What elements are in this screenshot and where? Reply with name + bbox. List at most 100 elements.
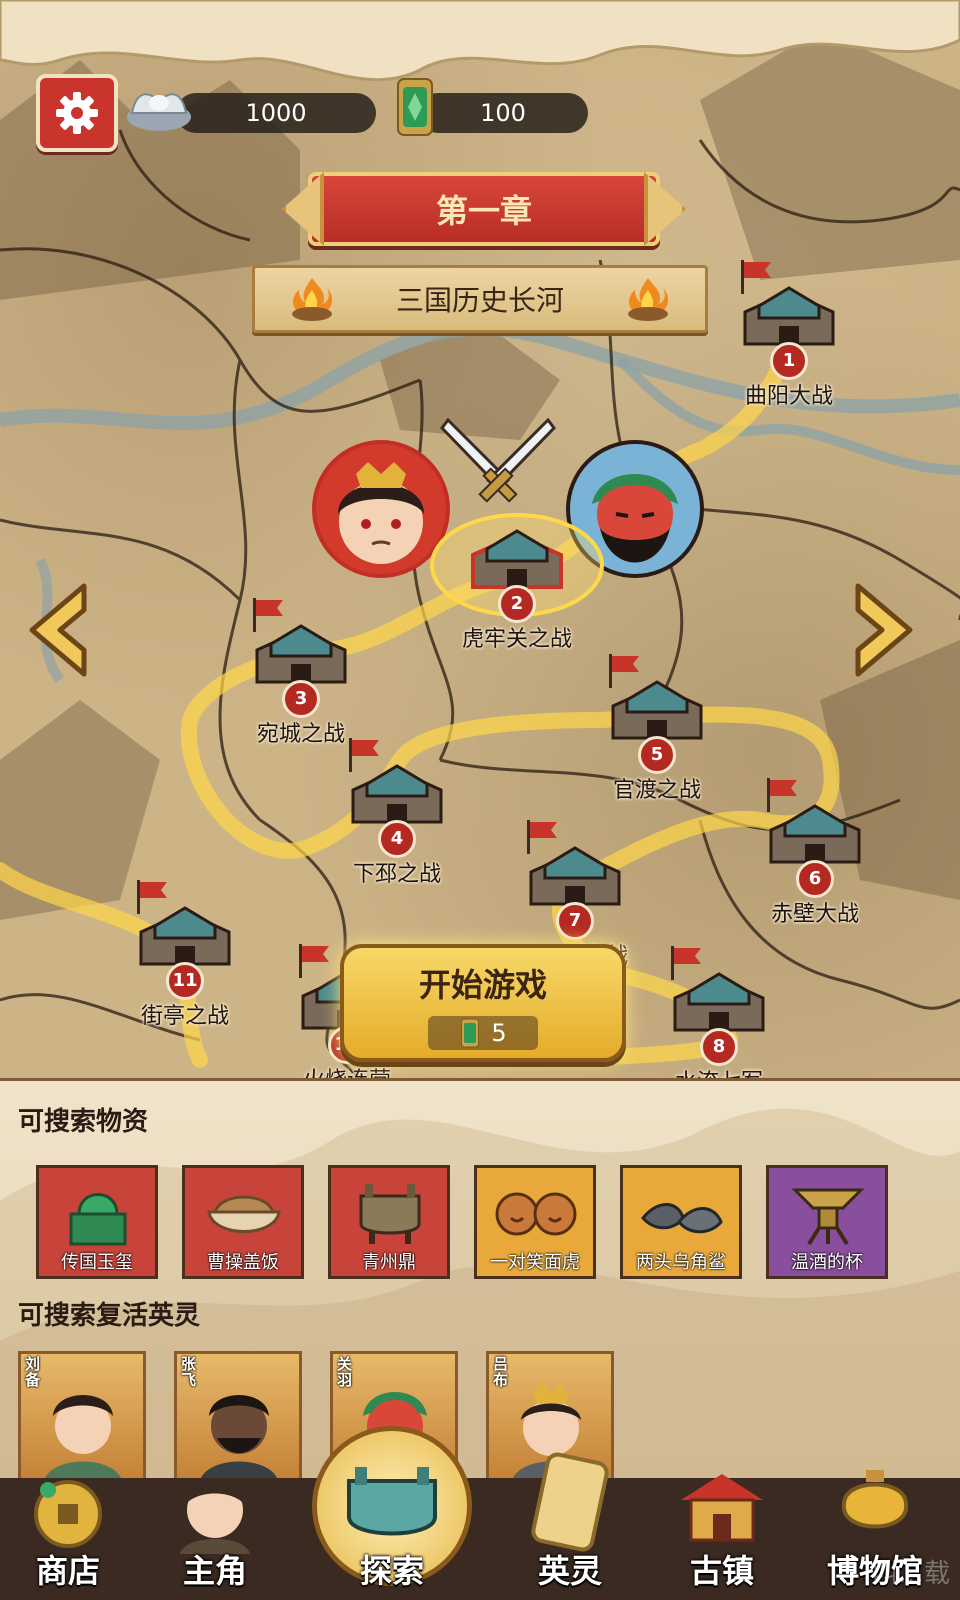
- nav-label: 主角: [182, 1552, 247, 1590]
- fortress-icon: 2: [467, 525, 567, 623]
- silver-counter: 1000: [127, 93, 376, 133]
- material-item[interactable]: 温酒的杯: [766, 1165, 888, 1279]
- start-game-button[interactable]: 开始游戏 5: [340, 944, 626, 1062]
- battle-node-8[interactable]: 8 水淹七军: [654, 946, 784, 1078]
- material-item[interactable]: 一对笑面虎: [474, 1165, 596, 1279]
- battle-node-1[interactable]: 1 曲阳大战: [724, 260, 854, 410]
- battle-number: 3: [282, 680, 320, 718]
- battle-node-5[interactable]: 5 官渡之战: [592, 654, 722, 804]
- jade-seal-icon: [69, 1193, 127, 1246]
- bottom-nav: 商店 主角 探索 英灵 古镇 博物馆 叫…载: [0, 1426, 960, 1600]
- start-cost-amount: 5: [491, 1019, 507, 1047]
- jade-counter: 100: [397, 78, 588, 136]
- chapter-subtitle: 三国历史长河: [395, 284, 564, 317]
- fortress-icon: 4: [347, 738, 447, 858]
- red-flag-icon: [527, 820, 557, 854]
- nav-label: 古镇: [689, 1552, 754, 1590]
- battle-node-2[interactable]: 2 虎牢关之战: [430, 513, 604, 653]
- materials-list: 传国玉玺 曹操盖饭 青州鼎 一对笑面虎 两头乌角鲨 温酒的杯: [36, 1165, 888, 1279]
- chapter-title-banner: 第一章: [308, 172, 660, 246]
- chapter-title: 第一章: [435, 192, 532, 230]
- protagonist-icon: [180, 1481, 250, 1554]
- material-name: 青州鼎: [362, 1252, 416, 1273]
- bronze-ding-icon: [359, 1184, 421, 1244]
- materials-section-title: 可搜索物资: [18, 1107, 149, 1137]
- material-item[interactable]: 青州鼎: [328, 1165, 450, 1279]
- battle-name: 街亭之战: [140, 1004, 229, 1029]
- battle-number: 4: [378, 820, 416, 858]
- shark-pair-icon: [641, 1203, 723, 1234]
- nav-shop[interactable]: 商店: [18, 1476, 118, 1592]
- spirit-token-icon: [531, 1452, 609, 1552]
- battle-node-11[interactable]: 11 街亭之战: [120, 880, 250, 1030]
- museum-pot-icon: [841, 1470, 909, 1529]
- wine-cup-icon: [791, 1188, 865, 1246]
- nav-protagonist[interactable]: 主角: [160, 1481, 270, 1592]
- material-name: 曹操盖饭: [207, 1252, 279, 1273]
- fortress-icon: 3: [251, 598, 351, 718]
- hero-card[interactable]: 刘备: [18, 1351, 146, 1483]
- material-item[interactable]: 传国玉玺: [36, 1165, 158, 1279]
- jade-token-icon: [397, 78, 433, 136]
- battle-number: 7: [556, 902, 594, 940]
- rice-bowl-icon: [207, 1195, 281, 1233]
- red-flag-icon: [609, 654, 639, 688]
- nav-town[interactable]: 古镇: [672, 1474, 772, 1592]
- prev-chapter-arrow-icon[interactable]: [24, 580, 94, 680]
- battle-number: 11: [166, 962, 204, 1000]
- fire-bowl-icon: [292, 278, 333, 321]
- material-name: 温酒的杯: [791, 1252, 863, 1273]
- heroes-list: 刘备 张飞 关羽 吕布: [18, 1351, 614, 1483]
- battle-number: 8: [700, 1028, 738, 1066]
- fire-bowl-icon: [628, 278, 669, 321]
- fortress-icon: 6: [765, 778, 865, 898]
- battle-node-4[interactable]: 4 下邳之战: [332, 738, 462, 888]
- nav-label: 英灵: [537, 1552, 602, 1590]
- hero-name: 关羽: [337, 1355, 353, 1389]
- red-flag-icon: [299, 944, 329, 978]
- crossed-swords-icon: [440, 417, 556, 503]
- red-flag-icon: [767, 778, 797, 812]
- nav-heroes[interactable]: 英灵: [520, 1452, 620, 1592]
- material-name: 传国玉玺: [61, 1252, 133, 1273]
- nav-label: 探索: [359, 1552, 424, 1590]
- top-bar: 1000 100: [36, 74, 588, 152]
- settings-button[interactable]: [36, 74, 118, 152]
- nav-label: 商店: [35, 1552, 100, 1590]
- town-icon: [681, 1474, 763, 1542]
- material-item[interactable]: 两头乌角鲨: [620, 1165, 742, 1279]
- hero-name: 张飞: [181, 1355, 197, 1389]
- next-chapter-arrow-icon[interactable]: [848, 580, 918, 680]
- jade-amount: 100: [480, 99, 526, 127]
- fortress-icon: 11: [135, 880, 235, 1000]
- battle-number: 2: [498, 585, 536, 623]
- battle-number: 6: [796, 860, 834, 898]
- material-name: 一对笑面虎: [490, 1252, 580, 1273]
- silver-amount: 1000: [245, 99, 307, 127]
- silver-ingot-icon: [127, 93, 191, 131]
- jade-token-icon: [461, 1018, 480, 1048]
- battle-name: 水淹七军: [654, 1064, 784, 1078]
- start-game-label: 开始游戏: [418, 966, 547, 1004]
- gear-icon: [56, 92, 98, 134]
- material-item[interactable]: 曹操盖饭: [182, 1165, 304, 1279]
- hero-name: 吕布: [493, 1355, 509, 1389]
- battle-node-6[interactable]: 6 赤壁大战: [750, 778, 880, 928]
- battle-name: 官渡之战: [612, 778, 701, 803]
- red-flag-icon: [349, 738, 379, 772]
- fortress-icon: 5: [607, 654, 707, 774]
- nav-explore[interactable]: 探索: [312, 1426, 472, 1600]
- search-info-panel: 可搜索物资 传国玉玺 曹操盖饭 青州鼎 一对笑面虎 两头乌角鲨 温酒的杯 可搜索…: [0, 1078, 960, 1483]
- heroes-section-title: 可搜索复活英灵: [18, 1301, 201, 1331]
- red-flag-icon: [137, 880, 167, 914]
- battle-node-3[interactable]: 3 宛城之战: [236, 598, 366, 748]
- chapter-map: 1000 100 第一章 三国历史长河 1 曲阳大战 2 虎牢关之战 3 宛城之…: [0, 0, 960, 1078]
- hero-name: 刘备: [25, 1355, 41, 1389]
- battle-name: 曲阳大战: [744, 384, 833, 409]
- coin-icon: [34, 1480, 102, 1548]
- battle-name: 下邳之战: [352, 862, 441, 887]
- battle-name: 虎牢关之战: [461, 627, 572, 652]
- red-flag-icon: [253, 598, 283, 632]
- cauldron-icon: [347, 1467, 437, 1536]
- battle-name: 火烧连营: [282, 1062, 412, 1078]
